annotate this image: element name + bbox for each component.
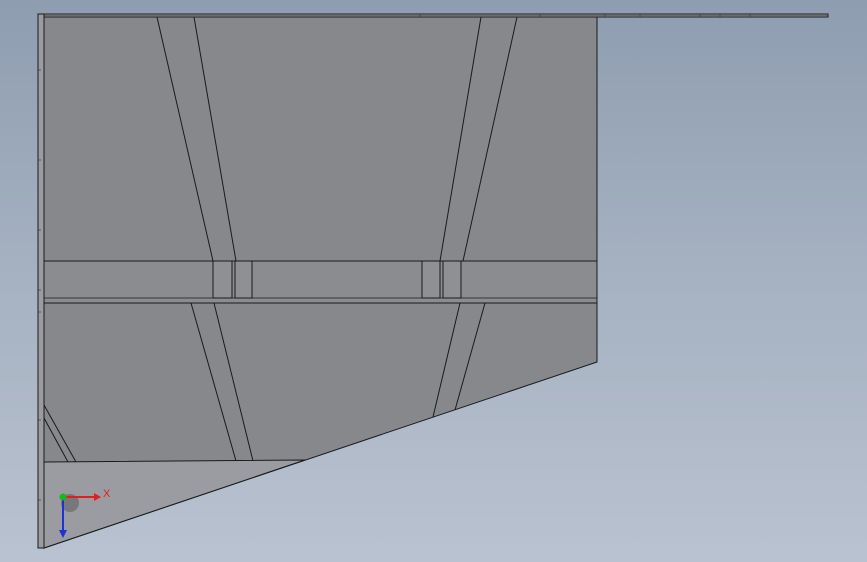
y-axis-point-icon: [59, 493, 67, 501]
left-flange-plate: [37, 13, 45, 549]
horizontal-stiffener: [43, 260, 598, 304]
lower-left-facet: [43, 459, 306, 549]
x-axis-label: X: [103, 488, 111, 500]
3d-viewport[interactable]: X: [0, 0, 867, 562]
